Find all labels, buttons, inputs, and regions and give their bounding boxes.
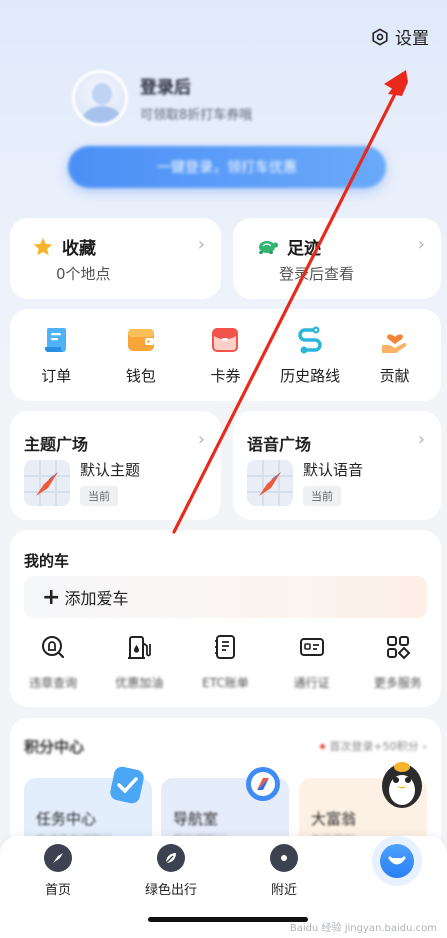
favorites-card[interactable]: 收藏 0个地点 ›	[10, 218, 221, 299]
penguin-mascot-icon	[382, 762, 422, 808]
car-service-label: 优惠加油	[115, 676, 164, 690]
compass-thumbnail-icon	[247, 459, 293, 506]
car-service-pass[interactable]: 通行证	[269, 634, 355, 691]
pass-card-icon	[299, 638, 324, 656]
shortcut-label: 历史路线	[280, 366, 341, 385]
profile-name: 登录后	[140, 78, 191, 98]
points-card-label: 导航室	[173, 810, 219, 828]
car-service-fuel[interactable]: 优惠加油	[96, 634, 182, 691]
settings-label: 设置	[395, 29, 429, 49]
car-service-label: 违章查询	[29, 676, 78, 690]
compass-icon	[44, 844, 72, 872]
points-card-label: 大富翁	[311, 810, 357, 828]
voice-square-title: 语音广场	[247, 435, 312, 454]
car-service-label: 通行证	[293, 676, 330, 690]
route-icon	[298, 326, 322, 353]
points-promo[interactable]: 首次登录+50积分 ›	[320, 738, 427, 754]
profile-area[interactable]: 登录后 可领取8折打车券哦	[72, 70, 252, 126]
compass-icon	[246, 767, 280, 801]
shortcut-history-route[interactable]: 历史路线	[268, 325, 353, 386]
theme-name: 默认主题	[80, 461, 141, 479]
more-services-icon	[386, 636, 411, 660]
shortcut-order[interactable]: 订单	[14, 325, 99, 386]
assistant-button[interactable]	[372, 836, 422, 886]
watermark-text: Baidu 经验 jingyan.baidu.com	[289, 923, 437, 934]
car-service-label: ETC账单	[202, 676, 249, 690]
shortcut-label: 钱包	[125, 366, 156, 385]
shortcut-contribution[interactable]: 贡献	[352, 325, 437, 386]
red-dot-icon	[320, 743, 326, 749]
wallet-icon	[127, 328, 154, 351]
turtle-icon	[259, 240, 279, 254]
coupon-icon	[212, 327, 239, 352]
footprints-title: 足迹	[287, 239, 321, 259]
etc-bill-icon	[215, 635, 236, 659]
theme-square-card[interactable]: 主题广场 › 默认主题 当前	[10, 411, 221, 520]
voice-name: 默认语音	[303, 461, 364, 479]
home-indicator	[148, 917, 308, 922]
car-service-violation[interactable]: 违章查询	[10, 634, 96, 691]
settings-button[interactable]: 设置	[371, 24, 429, 49]
one-click-login-button[interactable]: 一键登录，领打车优惠	[68, 146, 386, 188]
order-icon	[45, 327, 67, 352]
chevron-right-icon: ›	[417, 234, 425, 255]
shortcut-label: 卡券	[210, 366, 241, 385]
my-car-title: 我的车	[24, 552, 70, 570]
violation-query-icon	[42, 636, 65, 659]
car-service-etc[interactable]: ETC账单	[182, 634, 268, 691]
car-service-more[interactable]: 更多服务	[355, 634, 441, 691]
chevron-right-icon: ›	[417, 429, 425, 450]
fuel-icon	[128, 636, 152, 659]
compass-thumbnail-icon	[24, 459, 70, 506]
points-card-label: 任务中心	[36, 810, 97, 828]
chevron-right-icon: ›	[197, 429, 205, 450]
shortcut-coupon[interactable]: 卡券	[183, 325, 268, 386]
current-badge: 当前	[303, 486, 341, 506]
shortcut-label: 订单	[41, 366, 72, 385]
contribution-icon	[381, 333, 406, 353]
leaf-icon	[157, 844, 185, 872]
star-icon	[33, 237, 53, 255]
shortcut-wallet[interactable]: 钱包	[99, 325, 184, 386]
chevron-right-icon: ›	[422, 739, 427, 753]
tab-label: 绿色出行	[144, 883, 197, 898]
location-pin-icon	[270, 844, 298, 872]
add-car-label: 添加爱车	[64, 589, 129, 608]
settings-icon	[372, 28, 388, 45]
tab-label: 首页	[44, 883, 71, 898]
smile-icon	[380, 844, 414, 878]
profile-subtitle: 可领取8折打车券哦	[140, 108, 253, 123]
car-service-label: 更多服务	[373, 676, 422, 690]
current-badge: 当前	[80, 486, 118, 506]
shortcut-label: 贡献	[379, 366, 410, 385]
tab-home[interactable]: 首页	[18, 844, 98, 898]
tab-green-travel[interactable]: 绿色出行	[131, 844, 211, 898]
my-car-card: 我的车 + 添加爱车 违章查询 优惠加油 ETC账单 通行证 更多服务	[10, 530, 441, 707]
points-title: 积分中心	[24, 738, 85, 756]
tab-nearby[interactable]: 附近	[244, 844, 324, 898]
theme-square-title: 主题广场	[24, 435, 89, 454]
voice-square-card[interactable]: 语音广场 › 默认语音 当前	[233, 411, 441, 520]
footprints-card[interactable]: 足迹 登录后查看 ›	[233, 218, 441, 299]
favorites-count: 0个地点	[56, 265, 111, 283]
add-car-button[interactable]: + 添加爱车	[24, 576, 427, 618]
footprints-subtitle: 登录后查看	[279, 265, 355, 283]
avatar[interactable]	[72, 70, 128, 126]
tab-label: 附近	[270, 883, 297, 898]
shield-check-icon	[110, 766, 144, 804]
favorites-title: 收藏	[62, 239, 96, 259]
chevron-right-icon: ›	[197, 234, 205, 255]
plus-icon: +	[42, 584, 61, 610]
shortcuts-card: 订单 钱包 卡券 历史路线 贡献	[10, 309, 441, 401]
